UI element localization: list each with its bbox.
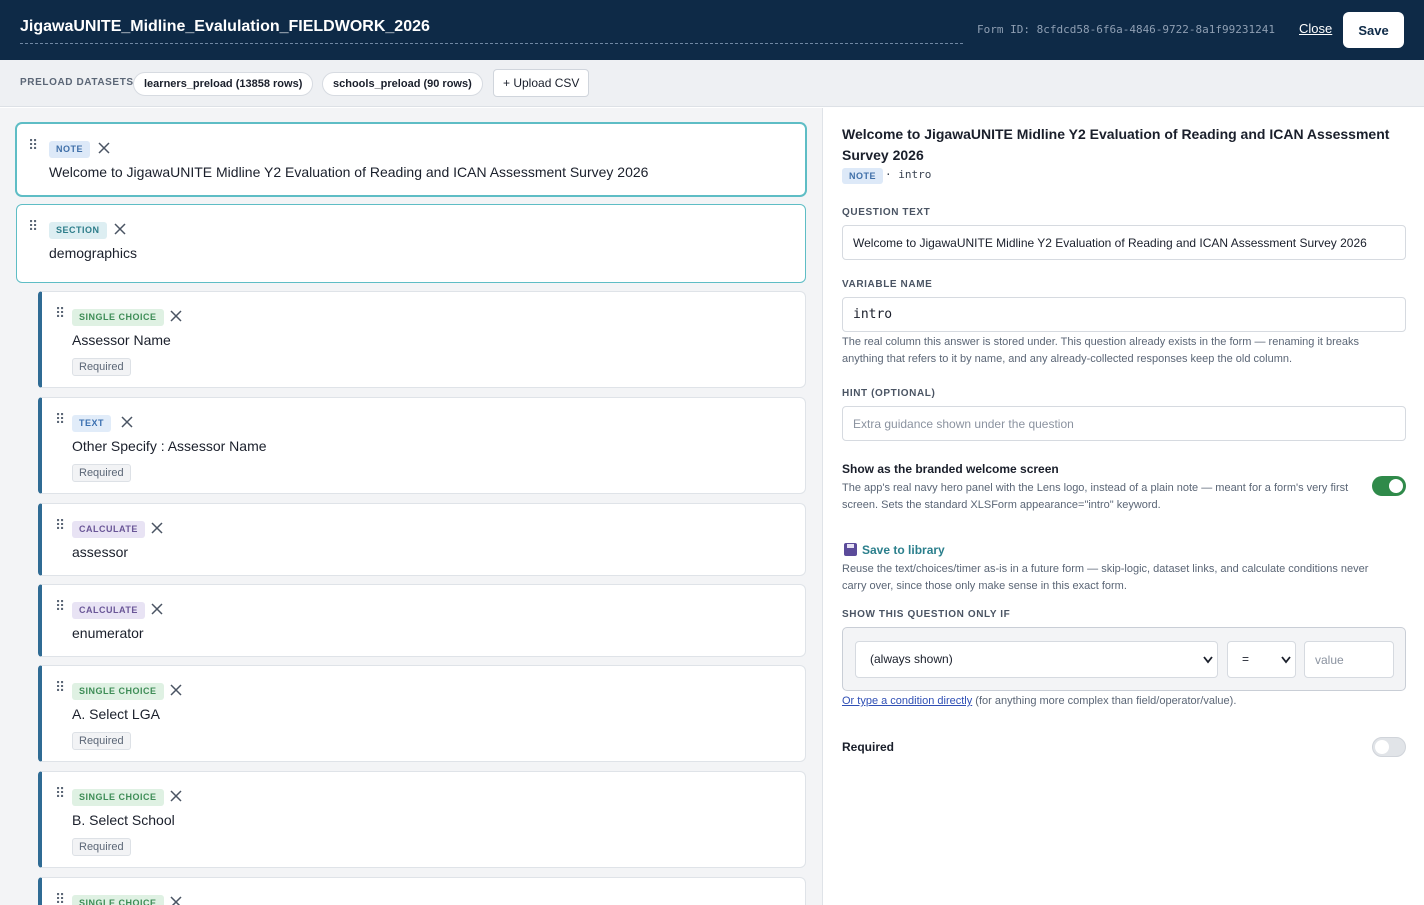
save-to-library-link[interactable]: Save to library [844,543,945,557]
condition-builder: (always shown) = [842,627,1406,691]
drag-handle-icon[interactable]: ⠿ [55,518,65,532]
type-badge-single-choice: SINGLE CHOICE [72,895,164,905]
welcome-screen-help: The app's real navy hero panel with the … [842,482,1349,511]
drag-handle-icon[interactable]: ⠿ [28,138,38,152]
preload-datasets-bar: PRELOAD DATASETS learners_preload (13858… [0,60,1424,107]
question-card-intro[interactable]: ⠿ NOTE Welcome to JigawaUNITE Midline Y2… [16,123,806,196]
type-badge-note: NOTE [49,141,91,158]
required-chip: Required [72,464,131,482]
question-label: Assessor Name [72,332,171,348]
required-chip: Required [72,358,131,376]
required-chip: Required [72,838,131,856]
condition-field-value: (always shown) [870,652,953,666]
condition-note: Or type a condition directly (for anythi… [842,695,1236,707]
condition-note-text: (for anything more complex than field/op… [975,695,1237,707]
toggle-knob [1375,740,1389,754]
question-label: enumerator [72,625,144,641]
question-label: assessor [72,544,129,560]
remove-icon[interactable] [150,601,166,617]
dataset-chip-schools[interactable]: schools_preload (90 rows) [322,72,483,96]
question-label: Other Specify : Assessor Name [72,438,267,454]
variable-name-label: VARIABLE NAME [842,279,933,290]
remove-icon[interactable] [169,308,185,324]
question-card-partial[interactable]: ⠿ SINGLE CHOICE [38,877,806,905]
welcome-screen-title: Show as the branded welcome screen [842,462,1059,476]
variable-name-help: The real column this answer is stored un… [842,336,1360,365]
editor-type-badge: NOTE [842,168,884,184]
remove-icon[interactable] [169,788,185,804]
type-badge-single-choice: SINGLE CHOICE [72,683,164,700]
question-card-select-school[interactable]: ⠿ SINGLE CHOICE B. Select School Require… [38,771,806,868]
question-text-label: QUESTION TEXT [842,207,931,218]
preload-datasets-label: PRELOAD DATASETS [20,77,134,88]
question-editor: Welcome to JigawaUNITE Midline Y2 Evalua… [822,108,1424,905]
question-card-select-lga[interactable]: ⠿ SINGLE CHOICE A. Select LGA Required [38,665,806,762]
type-badge-single-choice: SINGLE CHOICE [72,309,164,326]
required-toggle[interactable] [1372,737,1406,757]
variable-name-input[interactable] [842,297,1406,332]
welcome-screen-toggle[interactable] [1372,476,1406,496]
remove-icon[interactable] [113,221,129,237]
type-condition-link[interactable]: Or type a condition directly [842,695,972,707]
condition-operator-value: = [1242,652,1250,666]
question-card-enumerator[interactable]: ⠿ CALCULATE enumerator [38,584,806,657]
toggle-knob [1389,479,1403,493]
drag-handle-icon[interactable]: ⠿ [55,680,65,694]
editor-title: Welcome to JigawaUNITE Midline Y2 Evalua… [842,126,1390,163]
save-button[interactable]: Save [1343,12,1404,48]
chevron-down-icon [1203,656,1213,664]
required-label: Required [842,740,895,754]
top-bar: JigawaUNITE_Midline_Evalulation_FIELDWOR… [0,0,1424,60]
remove-icon[interactable] [169,894,185,905]
close-link[interactable]: Close [1299,21,1332,36]
editor-variable-tag: · intro [885,168,932,181]
remove-icon[interactable] [97,140,113,156]
remove-icon[interactable] [169,682,185,698]
form-id: Form ID: 8cfdcd58-6f6a-4846-9722-8a1f992… [977,23,1276,36]
question-list: ⠿ NOTE Welcome to JigawaUNITE Midline Y2… [0,108,822,905]
remove-icon[interactable] [120,414,136,430]
remove-icon[interactable] [150,520,166,536]
type-badge-single-choice: SINGLE CHOICE [72,789,164,806]
question-label: Welcome to JigawaUNITE Midline Y2 Evalua… [49,164,649,180]
question-card-other-specify[interactable]: ⠿ TEXT Other Specify : Assessor Name Req… [38,397,806,494]
section-label: demographics [49,245,137,261]
library-help: Reuse the text/choices/timer as-is in a … [842,563,1369,592]
drag-handle-icon[interactable]: ⠿ [55,892,65,905]
question-text-input[interactable] [842,225,1406,260]
condition-operator-select[interactable]: = [1227,641,1296,678]
condition-field-select[interactable]: (always shown) [855,641,1218,678]
question-label: B. Select School [72,812,175,828]
hint-label: HINT (OPTIONAL) [842,388,936,399]
drag-handle-icon[interactable]: ⠿ [55,306,65,320]
floppy-disk-icon [844,543,857,556]
question-card-section[interactable]: ⠿ SECTION demographics [16,204,806,283]
question-card-assessor-name[interactable]: ⠿ SINGLE CHOICE Assessor Name Required [38,291,806,388]
upload-csv-button[interactable]: + Upload CSV [493,69,590,97]
type-badge-calculate: CALCULATE [72,521,145,538]
drag-handle-icon[interactable]: ⠿ [55,786,65,800]
condition-label: SHOW THIS QUESTION ONLY IF [842,609,1011,620]
type-badge-text: TEXT [72,415,112,432]
required-chip: Required [72,732,131,750]
question-label: A. Select LGA [72,706,160,722]
dataset-chip-learners[interactable]: learners_preload (13858 rows) [133,72,314,96]
drag-handle-icon[interactable]: ⠿ [55,412,65,426]
save-to-library-label: Save to library [862,543,945,557]
type-badge-section: SECTION [49,222,107,239]
type-badge-calculate: CALCULATE [72,602,145,619]
form-title[interactable]: JigawaUNITE_Midline_Evalulation_FIELDWOR… [20,18,963,44]
drag-handle-icon[interactable]: ⠿ [55,599,65,613]
condition-value-input[interactable] [1304,641,1394,678]
drag-handle-icon[interactable]: ⠿ [28,219,38,233]
question-card-assessor[interactable]: ⠿ CALCULATE assessor [38,503,806,576]
hint-input[interactable] [842,406,1406,441]
chevron-down-icon [1281,656,1291,664]
